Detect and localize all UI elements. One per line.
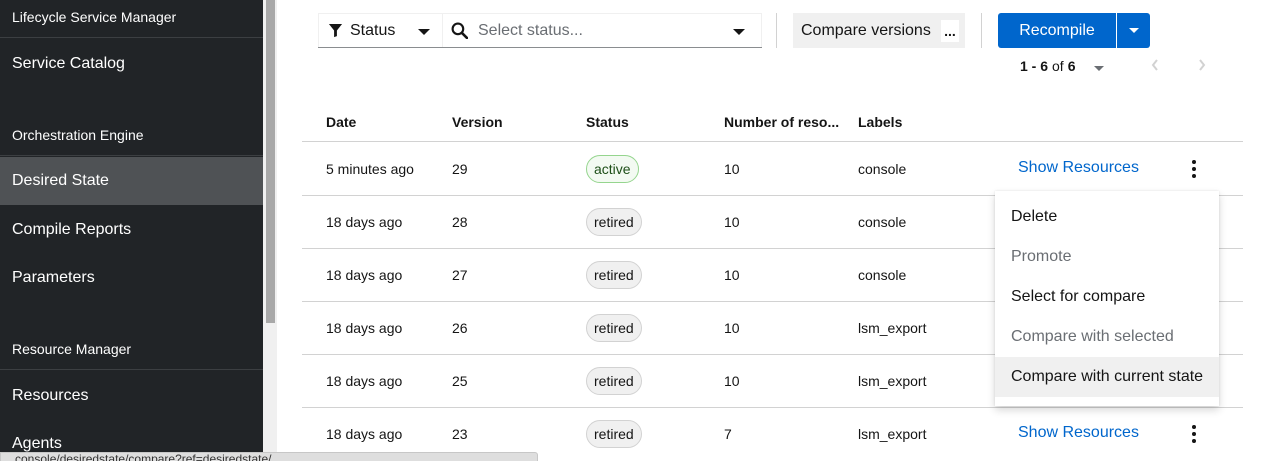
cell-labels: console	[858, 214, 907, 230]
menu-item-select-for-compare[interactable]: Select for compare	[995, 277, 1219, 317]
cell-version: 27	[452, 267, 468, 283]
kebab-menu-icon[interactable]	[1188, 424, 1200, 444]
toolbar-divider	[776, 13, 777, 48]
row-actions-menu: Delete Promote Select for compare Compar…	[995, 191, 1219, 406]
chevron-down-icon	[733, 22, 745, 40]
column-header-status[interactable]: Status	[586, 114, 629, 130]
nav-group-orchestration: Orchestration Engine	[12, 127, 144, 143]
nav-group-lsm: Lifecycle Service Manager	[12, 9, 177, 25]
status-badge: active	[586, 155, 639, 183]
cell-resources: 10	[724, 161, 740, 177]
status-filter-group: Status Select status...	[318, 13, 762, 48]
sidebar: Lifecycle Service Manager Service Catalo…	[0, 0, 263, 461]
menu-item-delete[interactable]: Delete	[995, 197, 1219, 237]
cell-resources: 10	[724, 267, 740, 283]
table-row: 5 minutes ago 29 active 10 console Show …	[302, 143, 1243, 196]
pagination-of: of	[1052, 58, 1064, 74]
status-badge: retired	[586, 261, 642, 289]
recompile-button[interactable]: Recompile	[998, 13, 1116, 48]
cell-resources: 10	[724, 320, 740, 336]
cell-version: 26	[452, 320, 468, 336]
nav-divider	[0, 37, 263, 38]
status-select-input[interactable]: Select status...	[443, 13, 762, 47]
cell-labels: lsm_export	[858, 373, 927, 389]
cell-labels: console	[858, 161, 907, 177]
pagination-total: 6	[1067, 58, 1076, 74]
cell-date: 18 days ago	[326, 373, 403, 389]
cell-labels: lsm_export	[858, 320, 927, 336]
status-badge: retired	[586, 314, 642, 342]
cell-version: 28	[452, 214, 468, 230]
cell-version: 29	[452, 161, 468, 177]
sidebar-scrollbar-thumb[interactable]	[266, 0, 275, 323]
caret-down-icon	[1093, 58, 1104, 74]
status-badge: retired	[586, 208, 642, 236]
caret-down-icon	[1128, 28, 1139, 33]
pagination-toggle[interactable]: 1 - 6 of 6	[1020, 56, 1104, 76]
column-header-date[interactable]: Date	[326, 114, 356, 130]
cell-date: 18 days ago	[326, 267, 403, 283]
cell-date: 18 days ago	[326, 426, 403, 442]
menu-item-compare-with-current-state[interactable]: Compare with current state	[995, 357, 1219, 397]
sidebar-item-desired-state[interactable]: Desired State	[0, 157, 263, 205]
sidebar-item-compile-reports[interactable]: Compile Reports	[0, 206, 263, 254]
status-badge: retired	[586, 367, 642, 395]
search-icon	[451, 22, 468, 39]
pagination-next-button[interactable]	[1197, 58, 1207, 72]
filter-icon	[328, 23, 343, 38]
compare-versions-label: Compare versions	[801, 21, 931, 39]
sidebar-item-service-catalog[interactable]: Service Catalog	[0, 40, 263, 88]
filter-type-toggle[interactable]: Status	[318, 13, 443, 47]
recompile-split-button: Recompile	[998, 13, 1150, 48]
cell-labels: console	[858, 267, 907, 283]
recompile-options-toggle[interactable]	[1117, 13, 1150, 48]
nav-group-resource-manager: Resource Manager	[12, 341, 132, 357]
status-badge: retired	[586, 420, 642, 448]
menu-item-promote: Promote	[1011, 248, 1072, 265]
cell-resources: 7	[724, 426, 732, 442]
sidebar-item-parameters[interactable]: Parameters	[0, 254, 263, 302]
status-select-placeholder: Select status...	[478, 21, 583, 39]
column-header-resources[interactable]: Number of reso...	[724, 114, 844, 130]
menu-item-compare-with-selected: Compare with selected	[1011, 328, 1174, 345]
table-header: Date Version Status Number of reso... La…	[302, 100, 1243, 142]
cell-resources: 10	[724, 373, 740, 389]
chevron-down-icon	[418, 22, 430, 40]
column-header-labels[interactable]: Labels	[858, 114, 902, 130]
cell-labels: lsm_export	[858, 426, 927, 442]
kebab-menu-icon[interactable]	[1188, 159, 1200, 179]
show-resources-link[interactable]: Show Resources	[1018, 159, 1139, 177]
compare-more-button[interactable]: ...	[941, 19, 959, 42]
cell-date: 5 minutes ago	[326, 161, 414, 177]
nav-divider	[0, 155, 263, 156]
toolbar-divider	[981, 13, 982, 48]
show-resources-link[interactable]: Show Resources	[1018, 424, 1139, 442]
status-url-bar: ...console/desiredstate/compare?ref=desi…	[0, 452, 538, 461]
cell-date: 18 days ago	[326, 214, 403, 230]
nav-divider	[0, 369, 263, 370]
cell-version: 25	[452, 373, 468, 389]
pagination-prev-button[interactable]	[1150, 58, 1160, 72]
compare-versions-button[interactable]: Compare versions ...	[793, 13, 965, 48]
column-header-version[interactable]: Version	[452, 114, 503, 130]
cell-version: 23	[452, 426, 468, 442]
sidebar-item-resources[interactable]: Resources	[0, 372, 263, 420]
cell-resources: 10	[724, 214, 740, 230]
pagination-range: 1 - 6	[1020, 58, 1049, 74]
cell-date: 18 days ago	[326, 320, 403, 336]
filter-type-label: Status	[350, 21, 396, 39]
